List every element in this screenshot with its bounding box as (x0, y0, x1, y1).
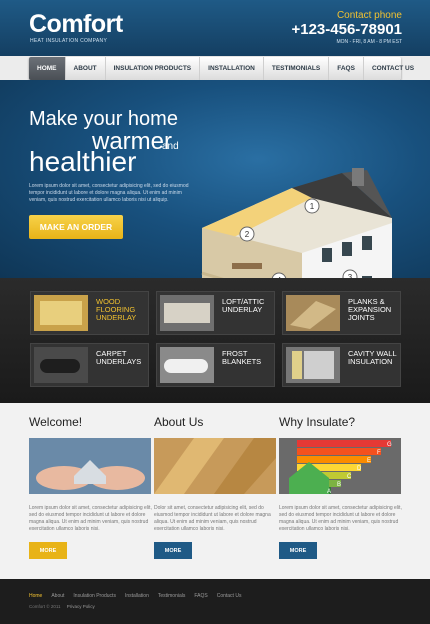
nav-insulation-products[interactable]: INSULATION PRODUCTS (106, 57, 201, 80)
site-header: Comfort HEAT INSULATION COMPANY Contact … (0, 0, 430, 56)
products-section: WOOD FLOORING UNDERLAY LOFT/ATTIC UNDERL… (0, 278, 430, 403)
hero-headline-and: and (162, 141, 179, 152)
loft-underlay-icon (160, 295, 214, 331)
make-order-button[interactable]: MAKE AN ORDER (29, 215, 123, 239)
product-label: WOOD FLOORING UNDERLAY (96, 297, 137, 322)
business-hours: MON - FRI, 8 AM - 8 PM EST (336, 39, 402, 45)
product-label: CARPET UNDERLAYS (96, 349, 142, 366)
house-illustration: 1 2 3 4 5 (201, 168, 392, 278)
footer-link-contact-us[interactable]: Contact Us (217, 593, 242, 599)
energy-letter: A (327, 489, 331, 494)
contact-label: Contact phone (336, 10, 402, 21)
house-marker: 1 (304, 198, 320, 214)
privacy-policy-link[interactable]: Privacy Policy (67, 604, 95, 609)
copyright: Comfort © 2011 Privacy Policy (29, 604, 95, 609)
more-button[interactable]: MORE (29, 542, 67, 559)
product-card-wood-flooring[interactable]: WOOD FLOORING UNDERLAY (30, 291, 149, 335)
energy-letter: F (377, 450, 381, 456)
footer-link-testimonials[interactable]: Testimonials (158, 593, 186, 599)
nav-testimonials[interactable]: TESTIMONIALS (264, 57, 330, 80)
product-label: CAVITY WALL INSULATION (348, 349, 397, 366)
main-nav: HOME ABOUT INSULATION PRODUCTS INSTALLAT… (29, 57, 414, 80)
hero-headline-3: healthier (29, 146, 137, 177)
column-title: Why Insulate? (279, 415, 356, 429)
tagline: HEAT INSULATION COMPANY (30, 38, 108, 44)
site-footer: Home About Insulation Products Installat… (0, 579, 430, 624)
nav-about[interactable]: ABOUT (66, 57, 106, 80)
house-marker: 2 (239, 226, 255, 242)
product-card-carpet[interactable]: CARPET UNDERLAYS (30, 343, 149, 387)
more-button[interactable]: MORE (154, 542, 192, 559)
footer-link-about[interactable]: About (51, 593, 64, 599)
energy-rating-image: G F E D C B A (279, 438, 401, 494)
product-label: FROST BLANKETS (222, 349, 262, 366)
product-card-planks[interactable]: PLANKS & EXPANSION JOINTS (282, 291, 401, 335)
more-button[interactable]: MORE (279, 542, 317, 559)
svg-text:2: 2 (245, 230, 250, 239)
hands-house-image (29, 438, 151, 494)
column-text: Dolor sit amet, consectetur adipisicing … (154, 505, 271, 532)
column-title: Welcome! (29, 415, 83, 429)
planks-icon (286, 295, 340, 331)
logo[interactable]: Comfort (29, 10, 123, 39)
footer-nav: Home About Insulation Products Installat… (29, 593, 241, 599)
product-card-cavity-wall[interactable]: CAVITY WALL INSULATION (282, 343, 401, 387)
energy-letter: C (347, 474, 352, 480)
footer-link-insulation-products[interactable]: Insulation Products (73, 593, 116, 599)
copyright-text: Comfort © 2011 (29, 604, 61, 609)
nav-installation[interactable]: INSTALLATION (200, 57, 264, 80)
product-label: PLANKS & EXPANSION JOINTS (348, 297, 392, 322)
footer-link-home[interactable]: Home (29, 593, 42, 599)
phone-number: +123-456-78901 (291, 21, 402, 38)
frost-blanket-icon (160, 347, 214, 383)
energy-letter: D (357, 466, 362, 472)
column-title: About Us (154, 415, 204, 429)
nav-home[interactable]: HOME (29, 57, 66, 80)
svg-text:1: 1 (310, 202, 315, 211)
energy-letter: E (367, 458, 371, 464)
info-columns: Welcome! Lorem ipsum dolor sit amet, con… (0, 403, 430, 579)
footer-link-installation[interactable]: Installation (125, 593, 149, 599)
cavity-wall-icon (286, 347, 340, 383)
carpet-roll-icon (34, 347, 88, 383)
product-card-loft-attic[interactable]: LOFT/ATTIC UNDERLAY (156, 291, 275, 335)
wood-underlay-icon (34, 295, 88, 331)
product-card-frost-blankets[interactable]: FROST BLANKETS (156, 343, 275, 387)
energy-letter: G (387, 442, 392, 448)
footer-link-faqs[interactable]: FAQS (194, 593, 207, 599)
energy-letter: B (337, 482, 341, 488)
product-label: LOFT/ATTIC UNDERLAY (222, 297, 265, 314)
nav-contact-us[interactable]: CONTACT US (364, 57, 422, 80)
hero-description: Lorem ipsum dolor sit amet, consectetur … (29, 183, 189, 203)
column-text: Lorem ipsum dolor sit amet, consectetur … (279, 505, 402, 532)
wood-floor-image (154, 438, 276, 494)
nav-faqs[interactable]: FAQS (329, 57, 364, 80)
column-text: Lorem ipsum dolor sit amet, consectetur … (29, 505, 152, 532)
